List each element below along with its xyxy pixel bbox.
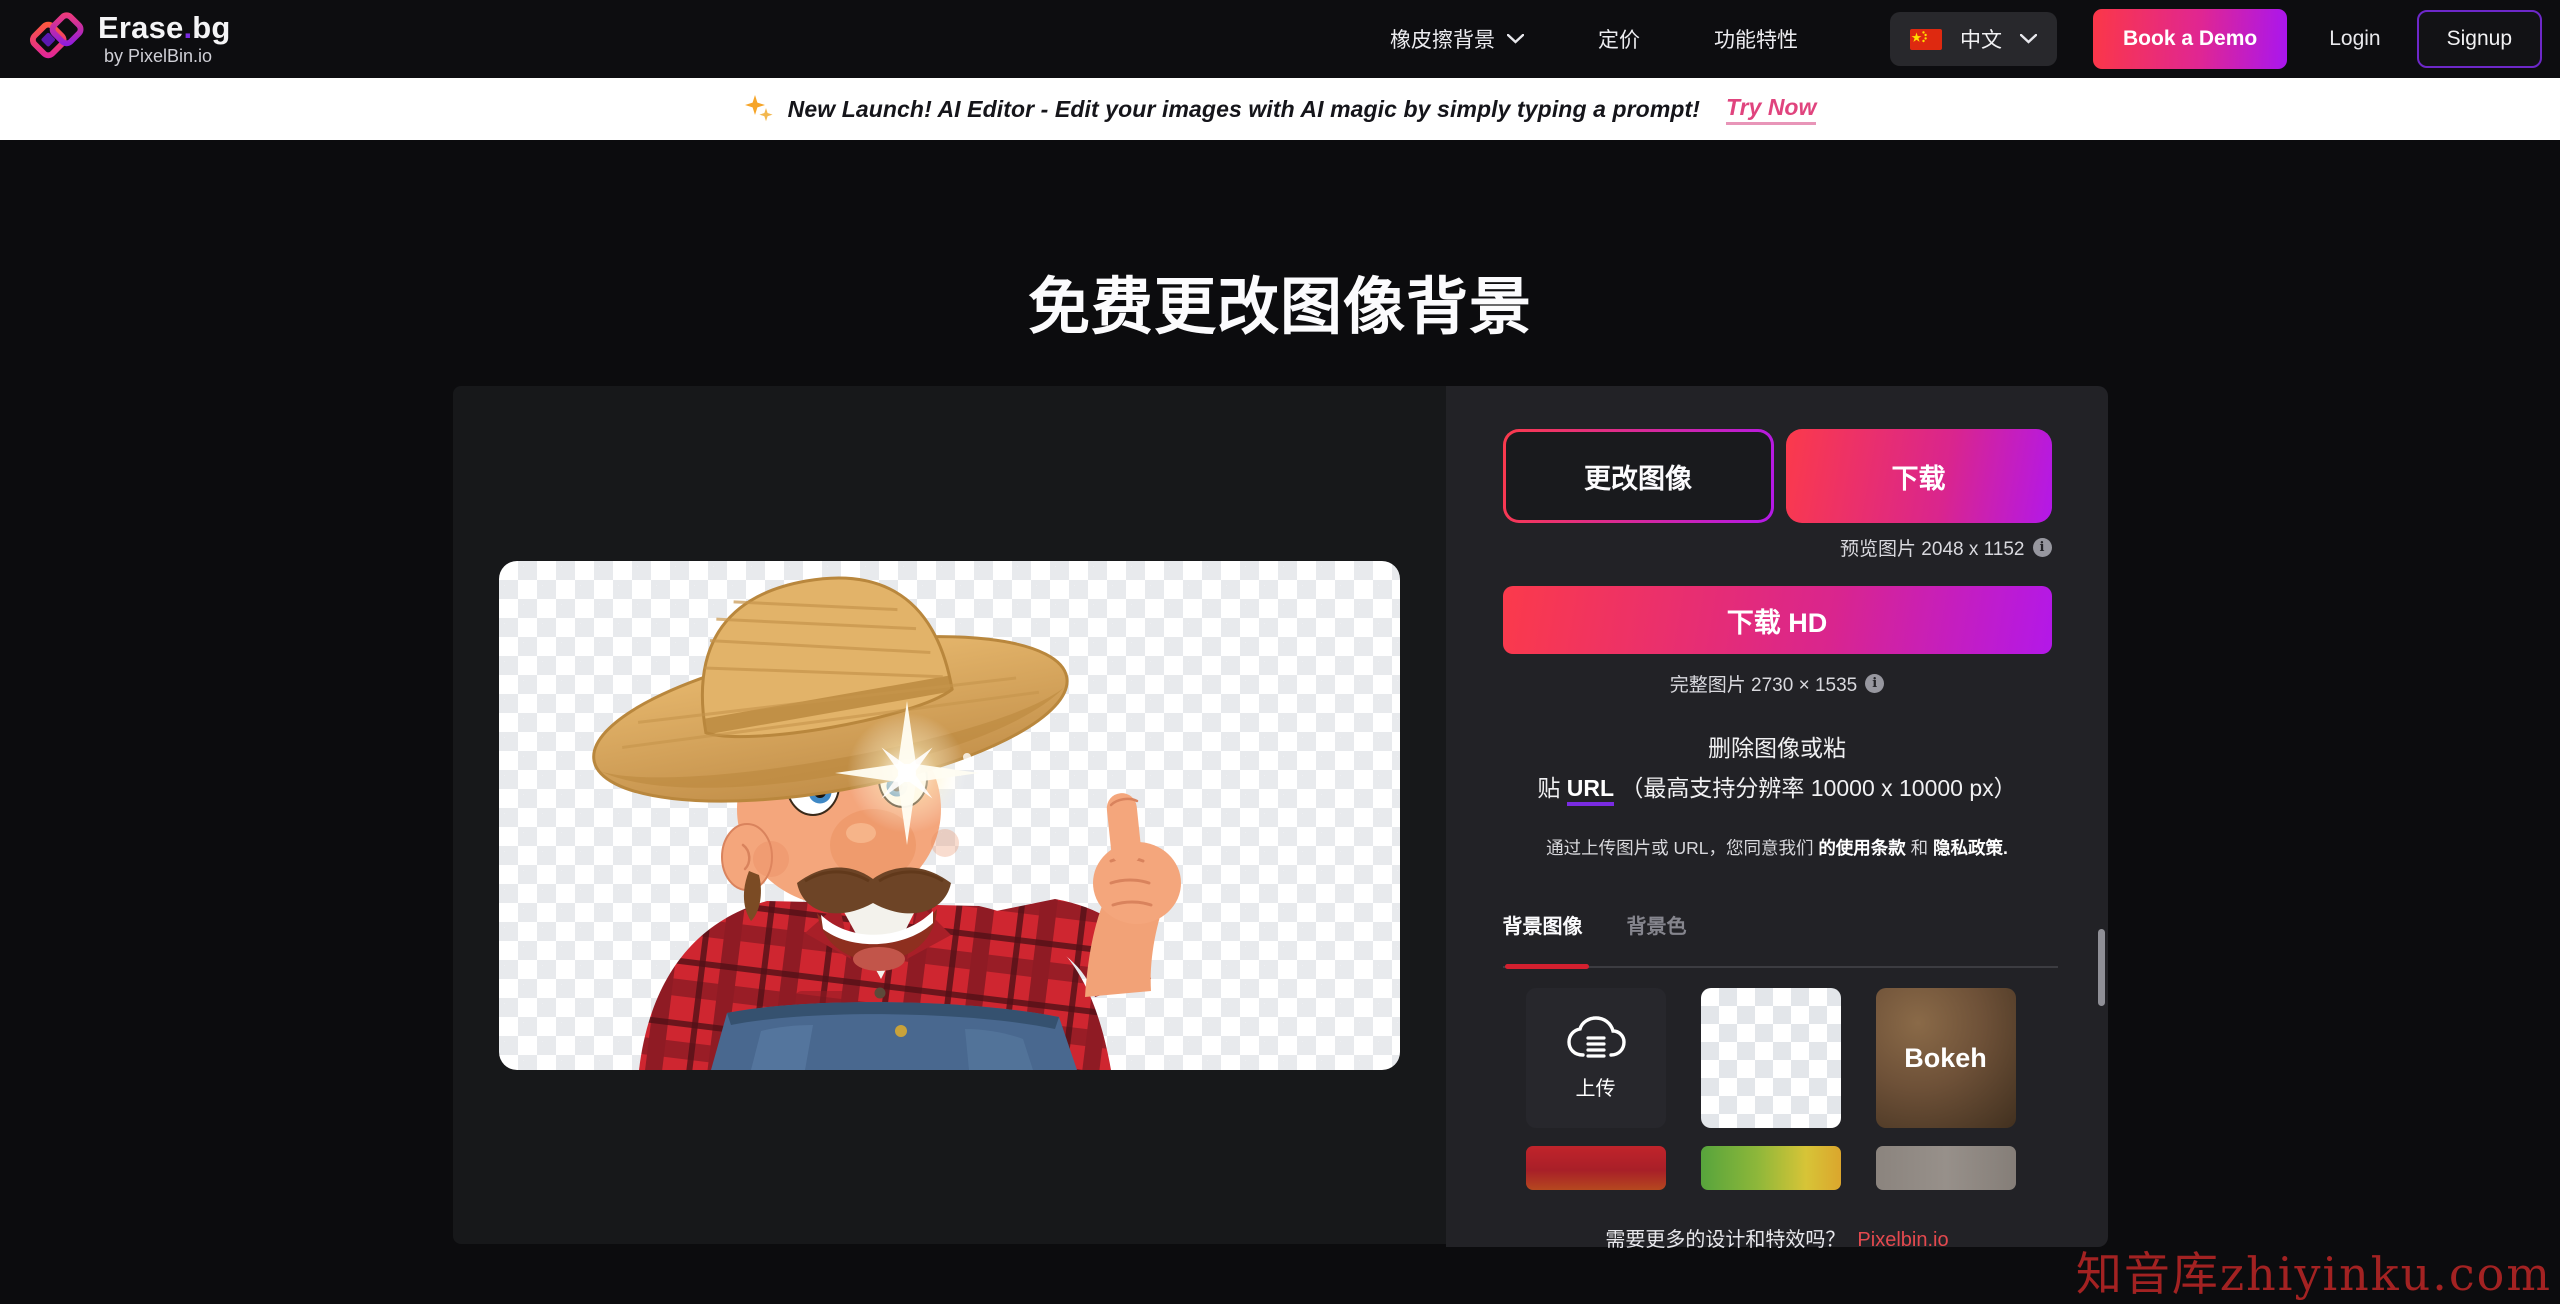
language-selector[interactable]: 中文 [1890, 12, 2057, 66]
tab-underline [1503, 964, 2052, 969]
paste-url-link[interactable]: URL [1567, 775, 1614, 806]
dropzone-hint: 删除图像或粘 贴 URL （最高支持分辨率 10000 x 10000 px） [1503, 728, 2052, 808]
privacy-policy-link[interactable]: 隐私政策. [1933, 838, 2008, 858]
background-tabs: 背景图像 背景色 [1503, 910, 2052, 939]
sparkle-icon [744, 94, 774, 124]
watermark: 知音库zhiyinku.com [2076, 1238, 2552, 1304]
panel-scrollbar[interactable] [2098, 929, 2105, 1006]
tab-background-image[interactable]: 背景图像 [1503, 910, 1583, 939]
controls-panel: 更改图像 下载 预览图片 2048 x 1152 i 下载 HD 完整图片 27… [1446, 386, 2108, 1247]
panel-footer: 需要更多的设计和特效吗？Pixelbin.io [1503, 1223, 2052, 1252]
chevron-down-icon [2020, 34, 2037, 44]
brand-name: Erase.bg [98, 12, 231, 45]
terms-line: 通过上传图片或 URL，您同意我们 的使用条款 和 隐私政策. [1503, 835, 2052, 860]
info-icon[interactable]: i [2033, 538, 2052, 557]
bokeh-background-tile[interactable]: Bokeh [1876, 988, 2016, 1128]
announcement-text: New Launch! AI Editor - Edit your images… [788, 96, 1700, 123]
signup-button[interactable]: Signup [2417, 10, 2542, 68]
preview-card [453, 386, 1446, 1244]
nav-item-eraser-bg[interactable]: 橡皮擦背景 [1390, 24, 1524, 54]
full-size-line: 完整图片 2730 × 1535 i [1503, 670, 2052, 697]
top-navbar: Erase.bg by PixelBin.io 橡皮擦背景 定价 功能特性 中文 [0, 0, 2560, 78]
pixelbin-link[interactable]: Pixelbin.io [1857, 1229, 1948, 1251]
book-demo-button[interactable]: Book a Demo [2093, 9, 2287, 69]
bokeh-tile-label: Bokeh [1904, 1043, 1987, 1074]
china-flag-icon [1910, 29, 1942, 50]
announcement-bar: New Launch! AI Editor - Edit your images… [0, 78, 2560, 140]
nav-item-pricing[interactable]: 定价 [1598, 24, 1640, 54]
brand-byline: by PixelBin.io [98, 47, 231, 66]
erasebg-logo-icon [26, 10, 88, 68]
background-thumbnails-row: 上传 Bokeh [1503, 988, 2052, 1128]
language-label: 中文 [1960, 24, 2002, 54]
gray-background-tile[interactable] [1876, 1146, 2016, 1190]
background-thumbnails-row-2 [1503, 1146, 2052, 1190]
farmer-character-illustration [499, 561, 1400, 1070]
upload-background-tile[interactable]: 上传 [1526, 988, 1666, 1128]
editor-section: 更改图像 下载 预览图片 2048 x 1152 i 下载 HD 完整图片 27… [453, 386, 2108, 1247]
login-button[interactable]: Login [2329, 27, 2380, 51]
download-hd-button[interactable]: 下载 HD [1503, 586, 2052, 654]
page-title: 免费更改图像背景 [0, 256, 2560, 346]
info-icon[interactable]: i [1865, 674, 1884, 693]
preview-image [499, 561, 1400, 1070]
active-tab-indicator [1505, 964, 1589, 969]
action-buttons-row: 更改图像 下载 [1503, 429, 2052, 523]
nav-item-features[interactable]: 功能特性 [1714, 24, 1798, 54]
chevron-down-icon [1507, 34, 1524, 44]
cloud-upload-icon [1565, 1015, 1627, 1063]
nav-menu: 橡皮擦背景 定价 功能特性 [1390, 24, 1798, 54]
upload-tile-label: 上传 [1576, 1072, 1616, 1101]
terms-of-use-link[interactable]: 的使用条款 [1818, 838, 1906, 858]
logo[interactable]: Erase.bg by PixelBin.io [26, 10, 231, 68]
try-now-link[interactable]: Try Now [1726, 94, 1816, 125]
transparent-background-tile[interactable] [1701, 988, 1841, 1128]
change-image-button[interactable]: 更改图像 [1503, 429, 1774, 523]
preview-size-line: 预览图片 2048 x 1152 i [1503, 534, 2052, 561]
tab-background-color[interactable]: 背景色 [1627, 910, 1687, 939]
red-texture-background-tile[interactable] [1526, 1146, 1666, 1190]
download-button[interactable]: 下载 [1786, 429, 2052, 523]
green-banner-background-tile[interactable] [1701, 1146, 1841, 1190]
